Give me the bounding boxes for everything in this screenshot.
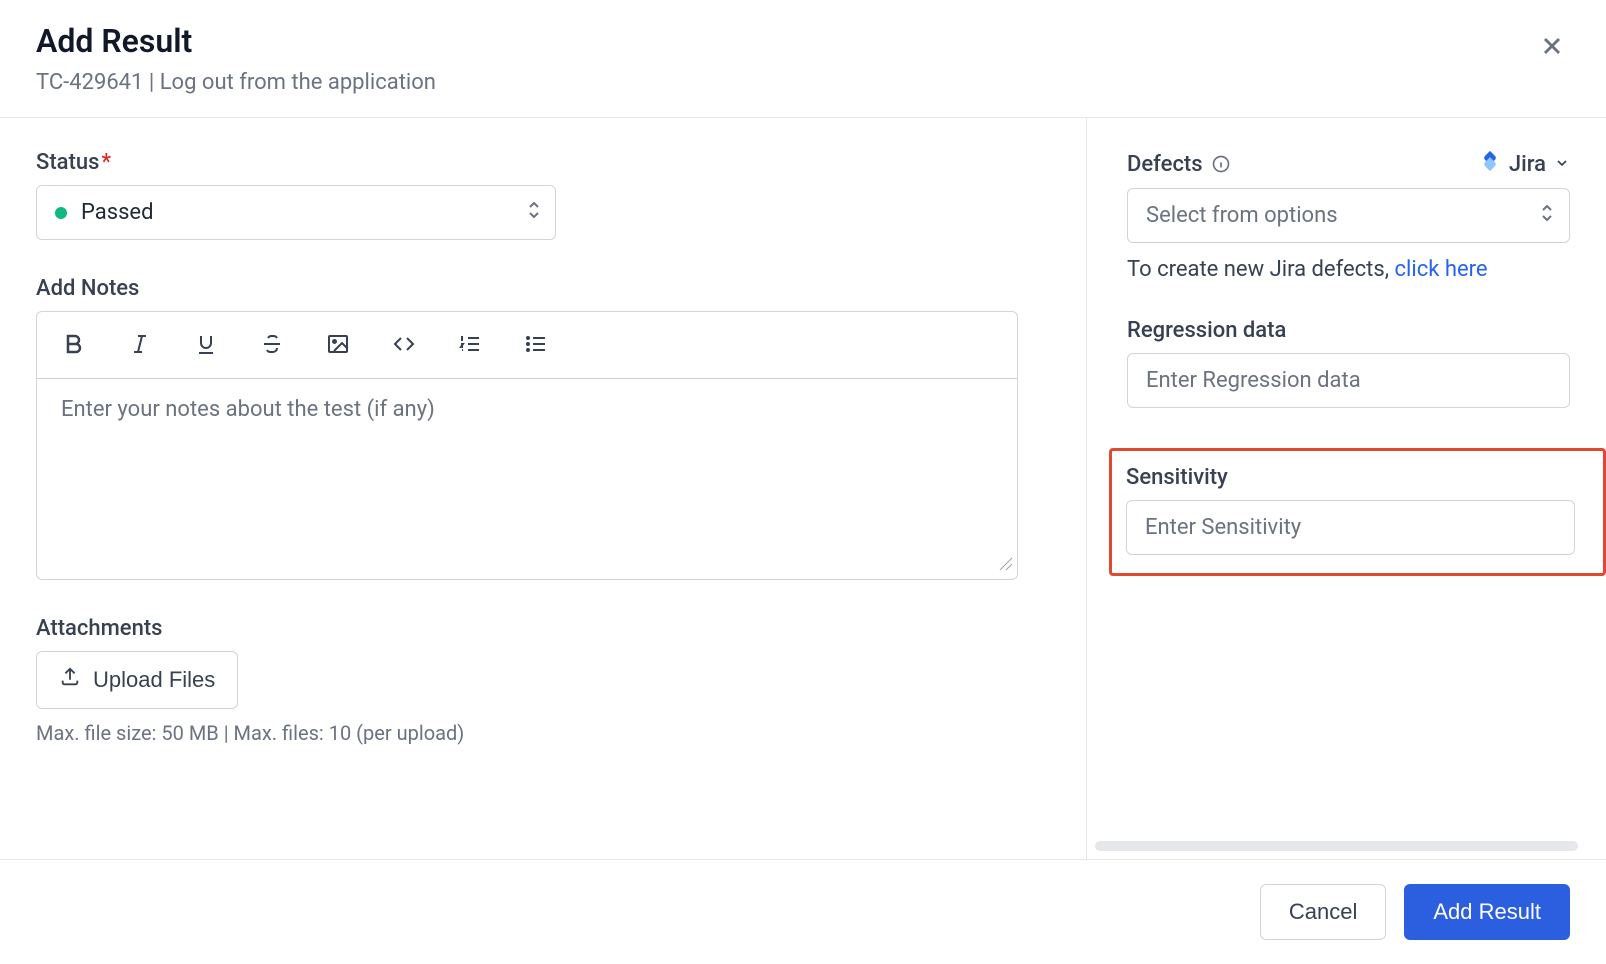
required-indicator: * [101, 150, 111, 175]
editor-toolbar [37, 312, 1017, 379]
modal-subtitle: TC-429641 | Log out from the application [36, 70, 436, 95]
unordered-list-icon [524, 332, 548, 359]
resize-handle-icon[interactable] [999, 556, 1013, 575]
integration-name: Jira [1509, 152, 1546, 177]
add-result-modal: Add Result TC-429641 | Log out from the … [0, 0, 1606, 964]
ordered-list-button[interactable] [443, 318, 497, 372]
notes-editor [36, 311, 1018, 580]
add-result-button[interactable]: Add Result [1404, 884, 1570, 940]
chevron-updown-icon [526, 199, 542, 227]
notes-textarea[interactable] [37, 379, 1017, 575]
defects-label: Defects [1127, 152, 1203, 177]
sensitivity-input[interactable] [1126, 500, 1575, 555]
bold-icon [62, 332, 86, 359]
modal-header: Add Result TC-429641 | Log out from the … [0, 0, 1606, 118]
bold-button[interactable] [47, 318, 101, 372]
close-button[interactable] [1534, 28, 1570, 67]
strikethrough-icon [260, 332, 284, 359]
status-dot-icon [55, 207, 67, 219]
image-button[interactable] [311, 318, 365, 372]
integration-selector[interactable]: Jira [1479, 150, 1570, 178]
close-icon [1538, 48, 1566, 63]
left-column: Status* Passed Add Notes [0, 118, 1086, 859]
create-defect-link[interactable]: click here [1395, 257, 1488, 282]
italic-icon [128, 332, 152, 359]
sensitivity-highlight: Sensitivity [1109, 448, 1606, 576]
cancel-button[interactable]: Cancel [1260, 884, 1386, 940]
status-select[interactable]: Passed [36, 185, 556, 240]
regression-input[interactable] [1127, 353, 1570, 408]
upload-label: Upload Files [93, 667, 215, 693]
strikethrough-button[interactable] [245, 318, 299, 372]
chevron-down-icon [1554, 152, 1570, 177]
create-defect-text: To create new Jira defects, click here [1127, 257, 1570, 282]
upload-files-button[interactable]: Upload Files [36, 651, 238, 709]
horizontal-scrollbar[interactable] [1095, 841, 1578, 851]
jira-icon [1479, 150, 1501, 178]
underline-button[interactable] [179, 318, 233, 372]
ordered-list-icon [458, 332, 482, 359]
code-icon [392, 332, 416, 359]
chevron-updown-icon [1539, 202, 1555, 230]
info-icon[interactable] [1211, 154, 1231, 174]
attachments-label: Attachments [36, 616, 1050, 641]
modal-footer: Cancel Add Result [0, 859, 1606, 964]
italic-button[interactable] [113, 318, 167, 372]
right-column: Defects Jira Select [1086, 118, 1606, 859]
image-icon [326, 332, 350, 359]
code-button[interactable] [377, 318, 431, 372]
notes-label: Add Notes [36, 276, 1050, 301]
attachments-help-text: Max. file size: 50 MB | Max. files: 10 (… [36, 721, 1050, 745]
regression-label: Regression data [1127, 318, 1570, 343]
status-label: Status* [36, 150, 1050, 175]
defects-select[interactable]: Select from options [1127, 188, 1570, 243]
sensitivity-label: Sensitivity [1126, 465, 1575, 490]
status-value: Passed [81, 200, 154, 225]
unordered-list-button[interactable] [509, 318, 563, 372]
upload-icon [59, 666, 81, 694]
modal-title: Add Result [36, 22, 436, 60]
modal-body: Status* Passed Add Notes [0, 118, 1606, 859]
underline-icon [194, 332, 218, 359]
